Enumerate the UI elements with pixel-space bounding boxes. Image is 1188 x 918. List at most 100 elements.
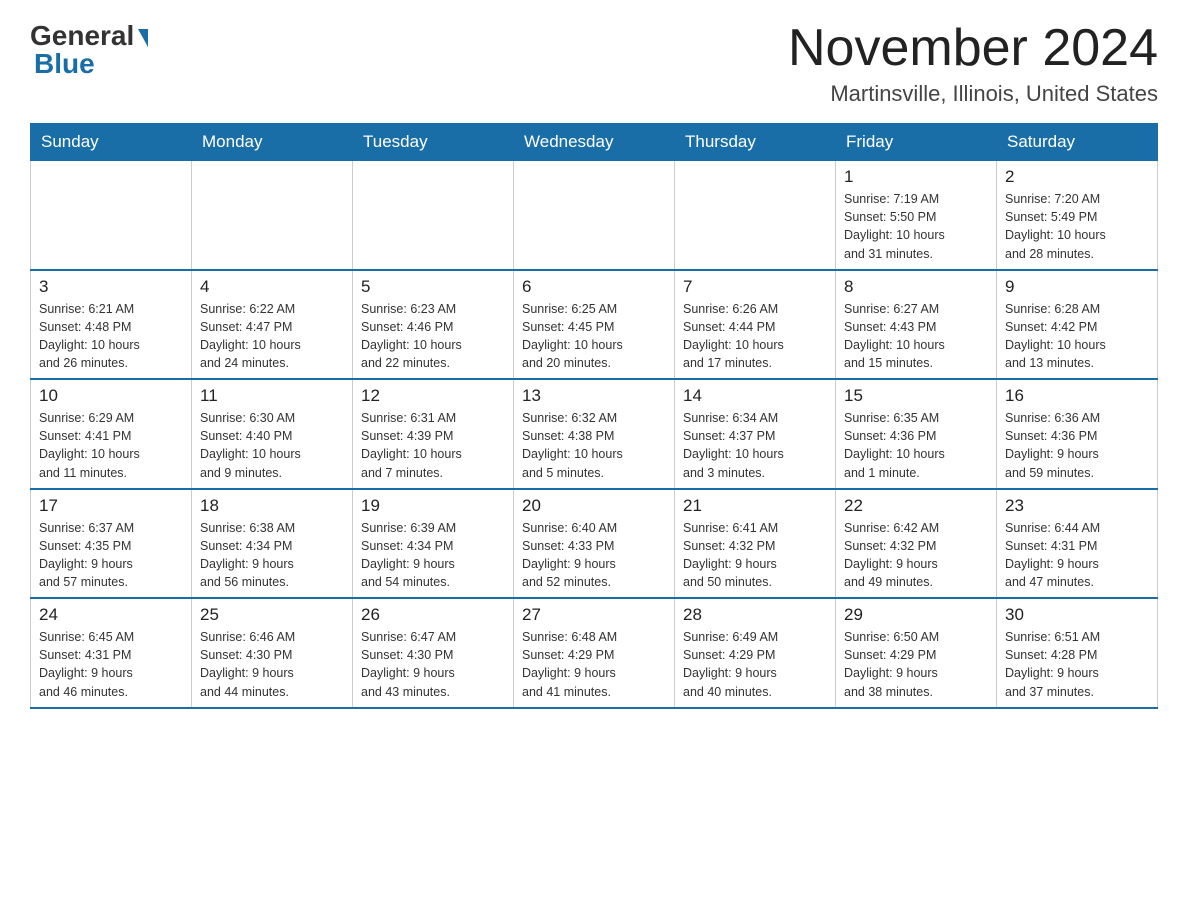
day-info: Sunrise: 6:49 AM Sunset: 4:29 PM Dayligh… bbox=[683, 628, 827, 701]
month-year-title: November 2024 bbox=[788, 20, 1158, 77]
day-number: 2 bbox=[1005, 167, 1149, 187]
day-number: 26 bbox=[361, 605, 505, 625]
day-info: Sunrise: 6:44 AM Sunset: 4:31 PM Dayligh… bbox=[1005, 519, 1149, 592]
weekday-header-wednesday: Wednesday bbox=[514, 124, 675, 161]
calendar-cell: 11Sunrise: 6:30 AM Sunset: 4:40 PM Dayli… bbox=[192, 379, 353, 489]
calendar-cell bbox=[514, 161, 675, 270]
day-number: 20 bbox=[522, 496, 666, 516]
day-info: Sunrise: 6:48 AM Sunset: 4:29 PM Dayligh… bbox=[522, 628, 666, 701]
day-number: 30 bbox=[1005, 605, 1149, 625]
calendar-cell: 13 Sunrise: 6:32 AM Sunset: 4:38 PM Dayli… bbox=[514, 379, 675, 489]
day-info: Sunrise: 6:27 AM Sunset: 4:43 PM Dayligh… bbox=[844, 300, 988, 373]
day-info: Sunrise: 6:21 AM Sunset: 4:48 PM Dayligh… bbox=[39, 300, 183, 373]
day-info: Sunrise: 6:36 AM Sunset: 4:36 PM Dayligh… bbox=[1005, 409, 1149, 482]
calendar-cell: 22Sunrise: 6:42 AM Sunset: 4:32 PM Dayli… bbox=[836, 489, 997, 599]
day-info: Sunrise: 6:47 AM Sunset: 4:30 PM Dayligh… bbox=[361, 628, 505, 701]
weekday-header-saturday: Saturday bbox=[997, 124, 1158, 161]
calendar-cell: 26 Sunrise: 6:47 AM Sunset: 4:30 PM Dayli… bbox=[353, 598, 514, 708]
day-number: 4 bbox=[200, 277, 344, 297]
week-row-2: 3 Sunrise: 6:21 AM Sunset: 4:48 PM Daylig… bbox=[31, 270, 1158, 380]
day-info: Sunrise: 6:39 AM Sunset: 4:34 PM Dayligh… bbox=[361, 519, 505, 592]
day-info: Sunrise: 6:41 AM Sunset: 4:32 PM Dayligh… bbox=[683, 519, 827, 592]
day-number: 21 bbox=[683, 496, 827, 516]
day-number: 1 bbox=[844, 167, 988, 187]
day-number: 3 bbox=[39, 277, 183, 297]
day-number: 24 bbox=[39, 605, 183, 625]
day-number: 15 bbox=[844, 386, 988, 406]
day-info: Sunrise: 6:50 AM Sunset: 4:29 PM Dayligh… bbox=[844, 628, 988, 701]
calendar-cell: 2 Sunrise: 7:20 AM Sunset: 5:49 PM Daylig… bbox=[997, 161, 1158, 270]
day-info: Sunrise: 6:34 AM Sunset: 4:37 PM Dayligh… bbox=[683, 409, 827, 482]
calendar-cell: 18Sunrise: 6:38 AM Sunset: 4:34 PM Dayli… bbox=[192, 489, 353, 599]
day-info: Sunrise: 6:37 AM Sunset: 4:35 PM Dayligh… bbox=[39, 519, 183, 592]
calendar-cell: 28 Sunrise: 6:49 AM Sunset: 4:29 PM Dayli… bbox=[675, 598, 836, 708]
calendar-cell: 29 Sunrise: 6:50 AM Sunset: 4:29 PM Dayli… bbox=[836, 598, 997, 708]
calendar-cell: 20 Sunrise: 6:40 AM Sunset: 4:33 PM Dayli… bbox=[514, 489, 675, 599]
day-number: 6 bbox=[522, 277, 666, 297]
day-number: 12 bbox=[361, 386, 505, 406]
calendar-cell: 30 Sunrise: 6:51 AM Sunset: 4:28 PM Dayli… bbox=[997, 598, 1158, 708]
calendar-cell: 15 Sunrise: 6:35 AM Sunset: 4:36 PM Dayli… bbox=[836, 379, 997, 489]
page-header: General Blue November 2024 Martinsville,… bbox=[30, 20, 1158, 107]
calendar-cell: 21 Sunrise: 6:41 AM Sunset: 4:32 PM Dayli… bbox=[675, 489, 836, 599]
day-number: 29 bbox=[844, 605, 988, 625]
calendar-cell: 17 Sunrise: 6:37 AM Sunset: 4:35 PM Dayli… bbox=[31, 489, 192, 599]
day-number: 23 bbox=[1005, 496, 1149, 516]
week-row-1: 1 Sunrise: 7:19 AM Sunset: 5:50 PM Daylig… bbox=[31, 161, 1158, 270]
day-number: 5 bbox=[361, 277, 505, 297]
day-number: 17 bbox=[39, 496, 183, 516]
calendar-cell: 27Sunrise: 6:48 AM Sunset: 4:29 PM Dayli… bbox=[514, 598, 675, 708]
calendar-cell: 10Sunrise: 6:29 AM Sunset: 4:41 PM Dayli… bbox=[31, 379, 192, 489]
calendar-cell: 9 Sunrise: 6:28 AM Sunset: 4:42 PM Daylig… bbox=[997, 270, 1158, 380]
day-info: Sunrise: 6:22 AM Sunset: 4:47 PM Dayligh… bbox=[200, 300, 344, 373]
day-info: Sunrise: 6:51 AM Sunset: 4:28 PM Dayligh… bbox=[1005, 628, 1149, 701]
day-info: Sunrise: 6:31 AM Sunset: 4:39 PM Dayligh… bbox=[361, 409, 505, 482]
day-number: 28 bbox=[683, 605, 827, 625]
day-number: 7 bbox=[683, 277, 827, 297]
day-number: 22 bbox=[844, 496, 988, 516]
day-info: Sunrise: 6:40 AM Sunset: 4:33 PM Dayligh… bbox=[522, 519, 666, 592]
calendar-cell: 14Sunrise: 6:34 AM Sunset: 4:37 PM Dayli… bbox=[675, 379, 836, 489]
week-row-3: 10Sunrise: 6:29 AM Sunset: 4:41 PM Dayli… bbox=[31, 379, 1158, 489]
day-info: Sunrise: 6:46 AM Sunset: 4:30 PM Dayligh… bbox=[200, 628, 344, 701]
calendar-cell: 25 Sunrise: 6:46 AM Sunset: 4:30 PM Dayli… bbox=[192, 598, 353, 708]
calendar-table: SundayMondayTuesdayWednesdayThursdayFrid… bbox=[30, 123, 1158, 709]
day-number: 11 bbox=[200, 386, 344, 406]
title-area: November 2024 Martinsville, Illinois, Un… bbox=[788, 20, 1158, 107]
day-number: 9 bbox=[1005, 277, 1149, 297]
day-info: Sunrise: 6:35 AM Sunset: 4:36 PM Dayligh… bbox=[844, 409, 988, 482]
day-info: Sunrise: 7:19 AM Sunset: 5:50 PM Dayligh… bbox=[844, 190, 988, 263]
calendar-cell bbox=[192, 161, 353, 270]
day-info: Sunrise: 7:20 AM Sunset: 5:49 PM Dayligh… bbox=[1005, 190, 1149, 263]
day-number: 13 bbox=[522, 386, 666, 406]
day-number: 19 bbox=[361, 496, 505, 516]
calendar-cell: 4 Sunrise: 6:22 AM Sunset: 4:47 PM Daylig… bbox=[192, 270, 353, 380]
day-number: 10 bbox=[39, 386, 183, 406]
calendar-cell: 24Sunrise: 6:45 AM Sunset: 4:31 PM Dayli… bbox=[31, 598, 192, 708]
calendar-cell: 6Sunrise: 6:25 AM Sunset: 4:45 PM Daylig… bbox=[514, 270, 675, 380]
day-number: 25 bbox=[200, 605, 344, 625]
calendar-cell: 7 Sunrise: 6:26 AM Sunset: 4:44 PM Daylig… bbox=[675, 270, 836, 380]
calendar-cell: 16 Sunrise: 6:36 AM Sunset: 4:36 PM Dayli… bbox=[997, 379, 1158, 489]
day-info: Sunrise: 6:38 AM Sunset: 4:34 PM Dayligh… bbox=[200, 519, 344, 592]
weekday-header-thursday: Thursday bbox=[675, 124, 836, 161]
day-number: 8 bbox=[844, 277, 988, 297]
logo-arrow-icon bbox=[138, 29, 148, 47]
calendar-cell: 5 Sunrise: 6:23 AM Sunset: 4:46 PM Daylig… bbox=[353, 270, 514, 380]
week-row-4: 17 Sunrise: 6:37 AM Sunset: 4:35 PM Dayli… bbox=[31, 489, 1158, 599]
calendar-cell: 8 Sunrise: 6:27 AM Sunset: 4:43 PM Daylig… bbox=[836, 270, 997, 380]
location-subtitle: Martinsville, Illinois, United States bbox=[788, 81, 1158, 107]
day-info: Sunrise: 6:28 AM Sunset: 4:42 PM Dayligh… bbox=[1005, 300, 1149, 373]
calendar-cell bbox=[31, 161, 192, 270]
logo: General Blue bbox=[30, 20, 148, 80]
logo-blue-text: Blue bbox=[34, 48, 95, 80]
day-info: Sunrise: 6:32 AM Sunset: 4:38 PM Dayligh… bbox=[522, 409, 666, 482]
weekday-header-monday: Monday bbox=[192, 124, 353, 161]
day-info: Sunrise: 6:23 AM Sunset: 4:46 PM Dayligh… bbox=[361, 300, 505, 373]
weekday-header-friday: Friday bbox=[836, 124, 997, 161]
weekday-header-row: SundayMondayTuesdayWednesdayThursdayFrid… bbox=[31, 124, 1158, 161]
calendar-cell bbox=[675, 161, 836, 270]
day-info: Sunrise: 6:26 AM Sunset: 4:44 PM Dayligh… bbox=[683, 300, 827, 373]
day-number: 16 bbox=[1005, 386, 1149, 406]
calendar-cell bbox=[353, 161, 514, 270]
